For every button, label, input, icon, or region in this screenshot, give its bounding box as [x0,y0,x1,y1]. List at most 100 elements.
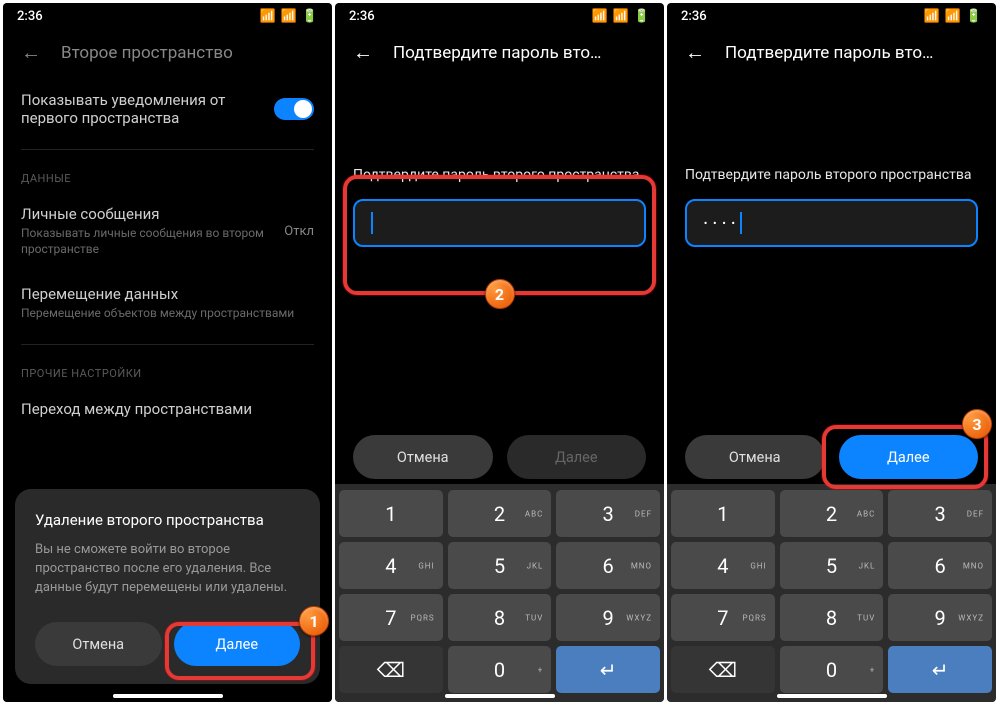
key-9[interactable]: 9WXYZ [888,594,992,641]
numeric-keyboard: 1 2ABC 3DEF 4GHI 5JKL 6MNO 7PQRS 8TUV 9W… [335,484,664,702]
phone-screen-3: 2:36 📶 📶 🔋 ← Подтвердите пароль вто… Под… [667,3,996,702]
nav-bar[interactable] [777,694,887,698]
nav-bar[interactable] [113,694,223,698]
key-4[interactable]: 4GHI [339,542,443,589]
status-icons: 📶 📶 🔋 [591,9,650,24]
back-icon[interactable]: ← [21,40,41,65]
status-time: 2:36 [349,9,375,24]
key-2[interactable]: 2ABC [780,490,884,537]
next-button[interactable]: Далее [174,622,301,666]
signal-icon: 📶 [591,9,607,24]
battery-icon: 🔋 [966,9,982,24]
key-7[interactable]: 7PQRS [671,594,775,641]
page-title: Подтвердите пароль вто… [393,43,601,63]
dialog-body: Вы не сможете войти во второе пространст… [35,541,300,598]
switch-title: Переход между пространствами [21,400,252,418]
divider [21,344,314,345]
text-cursor [371,212,373,234]
page-title: Второе пространство [61,43,233,63]
backspace-icon: ⌫ [709,658,737,682]
wifi-icon: 📶 [281,9,297,24]
dialog-buttons: Отмена Далее [35,622,300,666]
phone-screen-1: 2:36 📶 📶 🔋 ← Второе пространство Показыв… [3,3,332,702]
cancel-button[interactable]: Отмена [685,435,825,479]
dialog-title: Удаление второго пространства [35,511,300,529]
move-title: Перемещение данных [21,285,294,303]
status-icons: 📶 📶 🔋 [923,9,982,24]
move-data-row[interactable]: Перемещение данных Перемещение объектов … [21,271,314,336]
key-enter[interactable]: ↵ [888,646,992,693]
key-0[interactable]: 0+ [780,646,884,693]
key-8[interactable]: 8TUV [448,594,552,641]
switch-spaces-row[interactable]: Переход между пространствами [21,386,314,432]
phone-screen-2: 2:36 📶 📶 🔋 ← Подтвердите пароль вто… Под… [335,3,664,702]
key-2[interactable]: 2ABC [448,490,552,537]
status-bar: 2:36 📶 📶 🔋 [667,3,996,28]
move-sub: Перемещение объектов между пространствам… [21,306,294,322]
action-buttons: Отмена Далее [353,435,646,479]
key-6[interactable]: 6MNO [556,542,660,589]
status-time: 2:36 [17,9,43,24]
key-3[interactable]: 3DEF [556,490,660,537]
callout-badge-2: 2 [485,279,515,309]
key-5[interactable]: 5JKL [448,542,552,589]
nav-bar[interactable] [445,694,555,698]
enter-icon: ↵ [600,658,617,682]
password-section: Подтвердите пароль второго пространства [335,167,664,247]
enter-icon: ↵ [932,658,949,682]
password-label: Подтвердите пароль второго пространства [685,167,978,183]
battery-icon: 🔋 [634,9,650,24]
text-cursor [740,212,742,234]
messages-row[interactable]: Личные сообщения Показывать личные сообщ… [21,191,314,271]
cancel-button[interactable]: Отмена [353,435,493,479]
password-dots: ···· [703,211,740,235]
page-header: ← Подтвердите пароль вто… [335,28,664,77]
back-icon[interactable]: ← [353,40,373,65]
section-data: ДАННЫЕ [21,172,314,185]
settings-content: Показывать уведомления от первого простр… [3,77,332,432]
password-input[interactable] [353,199,646,247]
signal-icon: 📶 [259,9,275,24]
notifications-toggle[interactable] [274,98,314,120]
callout-badge-1: 1 [299,606,329,636]
cancel-button[interactable]: Отмена [35,622,162,666]
page-title: Подтвердите пароль вто… [725,43,933,63]
key-8[interactable]: 8TUV [780,594,884,641]
key-4[interactable]: 4GHI [671,542,775,589]
wifi-icon: 📶 [945,9,961,24]
wifi-icon: 📶 [613,9,629,24]
messages-sub: Показывать личные сообщения во втором пр… [21,226,284,257]
password-input[interactable]: ···· [685,199,978,247]
key-backspace[interactable]: ⌫ [671,646,775,693]
battery-icon: 🔋 [302,9,318,24]
status-bar: 2:36 📶 📶 🔋 [3,3,332,28]
key-0[interactable]: 0+ [448,646,552,693]
numeric-keyboard: 1 2ABC 3DEF 4GHI 5JKL 6MNO 7PQRS 8TUV 9W… [667,484,996,702]
notifications-label: Показывать уведомления от первого простр… [21,91,241,127]
key-7[interactable]: 7PQRS [339,594,443,641]
key-9[interactable]: 9WXYZ [556,594,660,641]
action-buttons: Отмена Далее [685,435,978,479]
status-bar: 2:36 📶 📶 🔋 [335,3,664,28]
callout-badge-3: 3 [962,409,992,439]
password-section: Подтвердите пароль второго пространства … [667,167,996,247]
key-1[interactable]: 1 [339,490,443,537]
status-time: 2:36 [681,9,707,24]
key-3[interactable]: 3DEF [888,490,992,537]
notifications-row[interactable]: Показывать уведомления от первого простр… [21,77,314,141]
signal-icon: 📶 [923,9,939,24]
key-6[interactable]: 6MNO [888,542,992,589]
messages-title: Личные сообщения [21,205,284,223]
key-1[interactable]: 1 [671,490,775,537]
key-5[interactable]: 5JKL [780,542,884,589]
key-enter[interactable]: ↵ [556,646,660,693]
delete-space-dialog: Удаление второго пространства Вы не смож… [15,489,320,684]
page-header: ← Подтвердите пароль вто… [667,28,996,77]
key-backspace[interactable]: ⌫ [339,646,443,693]
next-button[interactable]: Далее [839,435,979,479]
backspace-icon: ⌫ [377,658,405,682]
next-button-disabled: Далее [507,435,647,479]
back-icon[interactable]: ← [685,40,705,65]
section-other: ПРОЧИЕ НАСТРОЙКИ [21,367,314,380]
status-icons: 📶 📶 🔋 [259,9,318,24]
